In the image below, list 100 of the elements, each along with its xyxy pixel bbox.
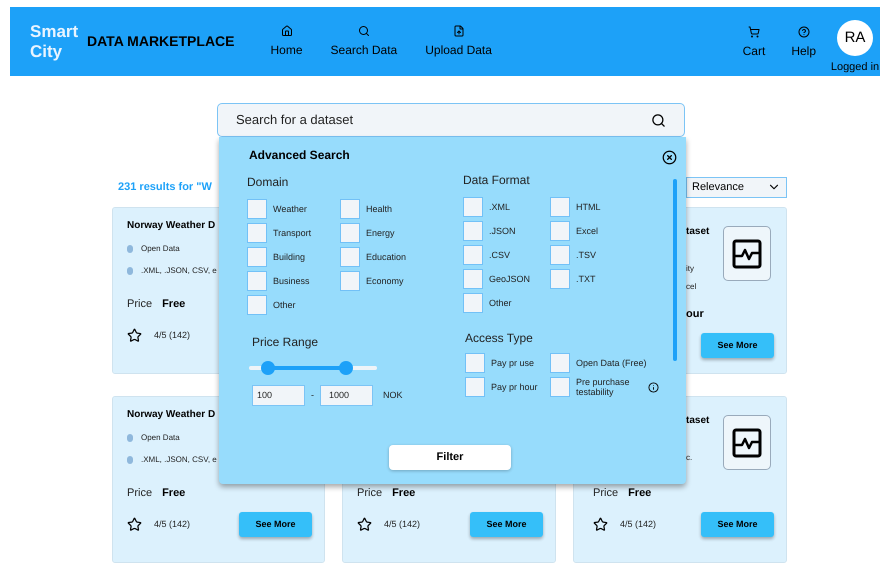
star-icon — [127, 517, 142, 532]
min-price-field[interactable]: 100 — [252, 385, 305, 406]
home-icon — [280, 24, 293, 36]
star-icon — [357, 517, 372, 532]
card-tag: cel — [686, 281, 696, 293]
card-tag: .XML, .JSON, CSV, e — [141, 454, 217, 466]
currency-label: NOK — [383, 388, 403, 402]
price-value: Free — [392, 486, 416, 501]
site-title: DATA MARKETPLACE — [87, 32, 235, 51]
checkbox-label: Excel — [576, 226, 598, 236]
checkbox[interactable] — [247, 295, 267, 315]
slider-thumb[interactable] — [339, 361, 354, 375]
range-separator: - — [311, 388, 314, 402]
checkbox[interactable] — [465, 377, 485, 397]
bullet-icon — [127, 456, 133, 464]
checkbox[interactable] — [247, 199, 267, 219]
slider-thumb[interactable] — [261, 361, 276, 375]
checkbox[interactable] — [463, 245, 483, 265]
checkbox[interactable] — [340, 223, 360, 243]
rating-text: 4/5 (142) — [154, 518, 190, 531]
card-title: Norway Weather D — [127, 408, 216, 422]
search-field[interactable]: Search for a dataset — [217, 103, 685, 137]
nav-item[interactable]: Search Data — [330, 24, 398, 58]
nav-item[interactable]: Home — [270, 24, 303, 58]
range-slider[interactable] — [249, 361, 377, 375]
checkbox[interactable] — [550, 197, 570, 217]
line-chart-icon — [732, 238, 762, 268]
checkbox-label: .TSV — [576, 250, 596, 260]
section-heading: Price Range — [252, 334, 320, 351]
checkbox-label: HTML — [576, 202, 600, 212]
help-icon — [798, 26, 810, 38]
info-icon[interactable] — [648, 382, 659, 392]
filter-button[interactable]: Filter — [389, 445, 511, 470]
user-status: Logged in — [830, 60, 880, 75]
rating-text: 4/5 (142) — [154, 328, 190, 342]
price-value: Free — [162, 297, 186, 312]
see-more-button[interactable]: See More — [239, 512, 312, 537]
checkbox[interactable] — [340, 271, 360, 291]
checkbox-label: Transport — [273, 228, 312, 238]
checkbox-label: .JSON — [489, 226, 516, 236]
search-input[interactable]: Search for a dataset — [236, 110, 651, 130]
checkbox[interactable] — [550, 221, 570, 241]
checkbox-label: Weather — [273, 204, 307, 214]
checkbox[interactable] — [463, 269, 483, 289]
search-icon[interactable] — [651, 112, 666, 128]
checkbox-label: Business — [273, 276, 310, 286]
checkbox-label: .CSV — [489, 250, 510, 260]
checkbox-label: Pay pr hour — [491, 382, 538, 392]
bullet-icon — [127, 267, 133, 275]
card-tag: Open Data — [141, 432, 180, 444]
price-value: our — [686, 307, 704, 322]
cart-icon — [748, 26, 760, 38]
nav-item[interactable]: Help — [791, 26, 816, 60]
star-icon — [127, 328, 142, 343]
checkbox[interactable] — [463, 197, 483, 217]
checkbox[interactable] — [550, 353, 570, 373]
bullet-icon — [127, 434, 133, 442]
price-label: Price — [127, 486, 152, 501]
checkbox-label: Education — [366, 252, 406, 262]
price-value: Free — [162, 486, 186, 501]
checkbox[interactable] — [550, 245, 570, 265]
section-heading: Access Type — [465, 330, 534, 347]
card-title: taset — [686, 414, 710, 428]
user-menu[interactable]: RA Logged in — [830, 20, 880, 76]
checkbox-label: Health — [366, 204, 392, 214]
checkbox[interactable] — [550, 377, 570, 397]
checkbox[interactable] — [340, 247, 360, 267]
checkbox-label: Other — [273, 300, 296, 310]
close-icon[interactable] — [662, 150, 677, 165]
card-tag: .XML, .JSON, CSV, e — [141, 265, 217, 277]
checkbox-label: .TXT — [576, 274, 596, 284]
checkbox-label: .XML — [489, 202, 510, 212]
sort-dropdown[interactable]: Relevance — [686, 176, 787, 198]
nav-item[interactable]: Upload Data — [425, 24, 492, 58]
panel-title: Advanced Search — [249, 147, 350, 164]
rating-text: 4/5 (142) — [384, 518, 420, 531]
nav-item[interactable]: Cart — [742, 26, 766, 60]
checkbox[interactable] — [340, 199, 360, 219]
checkbox-label: Open Data (Free) — [576, 358, 647, 368]
see-more-button[interactable]: See More — [701, 512, 774, 537]
see-more-button[interactable]: See More — [701, 333, 774, 358]
checkbox[interactable] — [463, 293, 483, 313]
checkbox-label: Pre purchase testability — [576, 377, 631, 397]
checkbox[interactable] — [463, 221, 483, 241]
checkbox[interactable] — [465, 353, 485, 373]
checkbox[interactable] — [550, 269, 570, 289]
price-value: Free — [628, 486, 652, 501]
line-chart-icon — [732, 428, 762, 458]
card-title: Norway Weather D — [127, 219, 216, 233]
section-heading: Domain — [247, 174, 290, 191]
card-tag: Open Data — [141, 243, 180, 255]
see-more-button[interactable]: See More — [470, 512, 543, 537]
checkbox-label: Other — [489, 298, 512, 308]
checkbox[interactable] — [247, 247, 267, 267]
max-price-field[interactable]: 1000 — [320, 385, 373, 406]
checkbox-label: Economy — [366, 276, 404, 286]
checkbox[interactable] — [247, 271, 267, 291]
search-icon — [358, 24, 370, 36]
checkbox[interactable] — [247, 223, 267, 243]
card-title: taset — [686, 225, 710, 239]
